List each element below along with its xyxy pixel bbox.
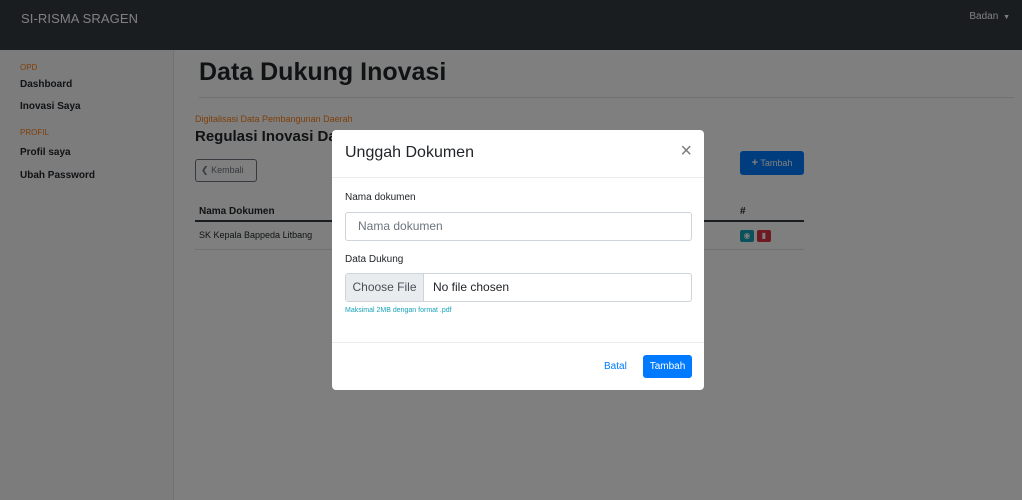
file-help-text: Maksimal 2MB dengan format .pdf [345, 307, 452, 314]
cancel-button[interactable]: Batal [604, 361, 627, 372]
file-status-text: No file chosen [433, 280, 510, 294]
upload-document-modal: Unggah Dokumen × Nama dokumen Nama dokum… [332, 130, 704, 390]
choose-file-button[interactable]: Choose File [346, 274, 424, 301]
document-name-input[interactable]: Nama dokumen [345, 212, 692, 241]
modal-title: Unggah Dokumen [345, 144, 474, 161]
document-name-label: Nama dokumen [345, 192, 416, 203]
file-upload-label: Data Dukung [345, 254, 404, 265]
file-upload-input[interactable]: Choose File No file chosen [345, 273, 692, 302]
submit-button[interactable]: Tambah [643, 355, 692, 378]
close-icon[interactable]: × [680, 141, 692, 161]
modal-footer-divider [332, 342, 704, 343]
modal-header: Unggah Dokumen × [332, 130, 704, 178]
